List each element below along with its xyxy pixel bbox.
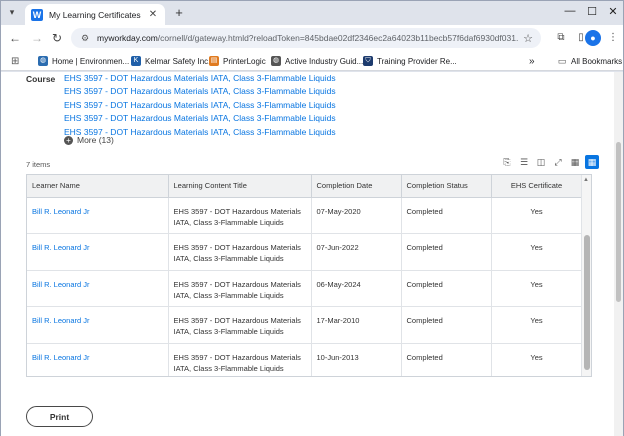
extensions-icon[interactable]: ⧉ [553, 30, 569, 46]
back-icon[interactable]: ← [7, 30, 23, 46]
scroll-up-icon[interactable]: ▲ [583, 177, 589, 183]
site-info-icon[interactable]: ⚙ [79, 32, 91, 44]
page-scroll-thumb[interactable] [616, 142, 621, 302]
reload-icon[interactable]: ↻ [49, 30, 65, 46]
browser-toolbar: ← → ↻ ⚙ myworkday.com/cornell/d/gateway.… [1, 25, 623, 51]
completion-date-cell: 10-Jun-2013 [311, 343, 402, 376]
certificate-cell: Yes [491, 270, 583, 307]
completion-date-cell: 06-May-2024 [311, 270, 402, 307]
all-bookmarks-folder[interactable]: ▭ All Bookmarks [557, 54, 622, 68]
course-label: Course [26, 74, 56, 84]
learner-name-link[interactable]: Bill R. Leonard Jr [27, 343, 169, 376]
address-bar[interactable]: ⚙ myworkday.com/cornell/d/gateway.htmld?… [71, 28, 541, 48]
certificate-cell: Yes [491, 343, 583, 376]
bookmark-printerlogic[interactable]: ▤ PrinterLogic [209, 54, 266, 68]
content-title-cell: EHS 3597 - DOT Hazardous Materials IATA,… [168, 233, 312, 271]
content-title-cell: EHS 3597 - DOT Hazardous Materials IATA,… [168, 343, 312, 376]
menu-kebab-icon[interactable]: ⋮ [605, 30, 621, 46]
table-row: Bill R. Leonard Jr EHS 3597 - DOT Hazard… [27, 343, 583, 376]
printer-icon: ▤ [209, 56, 219, 66]
content-title-cell: EHS 3597 - DOT Hazardous Materials IATA,… [168, 306, 312, 344]
completion-status-cell: Completed [401, 306, 492, 344]
table-header-row: Learner Name Learning Content Title Comp… [27, 175, 583, 198]
export-excel-icon[interactable]: ⎘ [500, 155, 514, 169]
fullscreen-icon[interactable]: ⤢ [551, 155, 565, 169]
more-label: More (13) [77, 135, 114, 145]
browser-window: ▾ W My Learning Certificates - Wor ✕ + —… [0, 0, 624, 436]
globe-icon: ◍ [271, 56, 281, 66]
completion-date-cell: 07-Jun-2022 [311, 233, 402, 271]
apps-grid-icon[interactable]: ⊞ [11, 54, 19, 68]
certificates-table: Learner Name Learning Content Title Comp… [27, 175, 583, 376]
grid-view-icon[interactable]: ▦ [585, 155, 599, 169]
tab-strip: ▾ W My Learning Certificates - Wor ✕ + —… [1, 1, 623, 25]
tab-close-icon[interactable]: ✕ [147, 9, 159, 20]
k-logo-icon: K [131, 56, 141, 66]
bookmark-active-industry[interactable]: ◍ Active Industry Guid... [271, 54, 363, 68]
course-link[interactable]: EHS 3597 - DOT Hazardous Materials IATA,… [64, 85, 336, 98]
grid-toolbar: ⎘ ☰ ◫ ⤢ ▦ ▦ [497, 155, 599, 169]
table-row: Bill R. Leonard Jr EHS 3597 - DOT Hazard… [27, 270, 583, 307]
column-header[interactable]: Completion Date [311, 175, 402, 198]
course-link[interactable]: EHS 3597 - DOT Hazardous Materials IATA,… [64, 99, 336, 112]
page-content: Course EHS 3597 - DOT Hazardous Material… [1, 72, 623, 436]
grid-scroll-thumb[interactable] [584, 235, 590, 370]
learner-name-link[interactable]: Bill R. Leonard Jr [27, 306, 169, 344]
grid-scrollbar[interactable]: ▲ [581, 175, 591, 376]
workday-favicon-icon: W [31, 8, 43, 21]
table-row: Bill R. Leonard Jr EHS 3597 - DOT Hazard… [27, 197, 583, 234]
bookmark-kelmar-safety[interactable]: K Kelmar Safety Inc. [131, 54, 210, 68]
completion-date-cell: 07-May-2020 [311, 197, 402, 234]
column-header[interactable]: Completion Status [401, 175, 492, 198]
column-header[interactable]: Learner Name [27, 175, 169, 198]
certificate-cell: Yes [491, 197, 583, 234]
print-button[interactable]: Print [26, 406, 93, 427]
completion-status-cell: Completed [401, 270, 492, 307]
plus-circle-icon: + [64, 135, 73, 145]
course-link[interactable]: EHS 3597 - DOT Hazardous Materials IATA,… [64, 112, 336, 125]
maximize-icon[interactable]: ☐ [583, 5, 601, 18]
content-title-cell: EHS 3597 - DOT Hazardous Materials IATA,… [168, 270, 312, 307]
course-list: EHS 3597 - DOT Hazardous Materials IATA,… [64, 72, 336, 139]
close-window-icon[interactable]: ✕ [604, 5, 622, 18]
columns-icon[interactable]: ◫ [534, 155, 548, 169]
course-link[interactable]: EHS 3597 - DOT Hazardous Materials IATA,… [64, 72, 336, 85]
bookmark-training-provider[interactable]: ⛉ Training Provider Re... [363, 54, 457, 68]
certificate-cell: Yes [491, 306, 583, 344]
tab-title: My Learning Certificates - Wor [49, 9, 143, 20]
table-view-icon[interactable]: ▦ [568, 155, 582, 169]
new-tab-button[interactable]: + [171, 5, 187, 21]
completion-status-cell: Completed [401, 197, 492, 234]
bookmarks-overflow-icon[interactable]: » [529, 54, 535, 68]
shield-icon: ⛉ [363, 56, 373, 66]
column-header[interactable]: EHS Certificate [491, 175, 583, 198]
items-count: 7 items [26, 160, 51, 169]
table-row: Bill R. Leonard Jr EHS 3597 - DOT Hazard… [27, 233, 583, 271]
browser-tab[interactable]: W My Learning Certificates - Wor ✕ [25, 4, 165, 25]
learner-name-link[interactable]: Bill R. Leonard Jr [27, 270, 169, 307]
url-text[interactable]: myworkday.com/cornell/d/gateway.htmld?re… [97, 33, 519, 43]
completion-date-cell: 17-Mar-2010 [311, 306, 402, 344]
bookmarks-bar: ⊞ ◍ Home | Environmen... K Kelmar Safety… [1, 51, 623, 71]
bookmark-star-icon[interactable]: ☆ [523, 32, 533, 45]
folder-icon: ▭ [557, 56, 567, 66]
completion-status-cell: Completed [401, 233, 492, 271]
more-button[interactable]: + More (13) [64, 135, 114, 145]
table-row: Bill R. Leonard Jr EHS 3597 - DOT Hazard… [27, 306, 583, 344]
learner-name-link[interactable]: Bill R. Leonard Jr [27, 233, 169, 271]
learner-name-link[interactable]: Bill R. Leonard Jr [27, 197, 169, 234]
globe-icon: ◍ [38, 56, 48, 66]
filter-icon[interactable]: ☰ [517, 155, 531, 169]
bookmark-home-environment[interactable]: ◍ Home | Environmen... [38, 54, 129, 68]
page-scrollbar[interactable] [614, 72, 623, 436]
certificate-cell: Yes [491, 233, 583, 271]
profile-avatar-icon[interactable]: ● [585, 30, 601, 46]
forward-icon[interactable]: → [29, 30, 45, 46]
certificates-grid: Learner Name Learning Content Title Comp… [26, 174, 592, 377]
completion-status-cell: Completed [401, 343, 492, 376]
content-title-cell: EHS 3597 - DOT Hazardous Materials IATA,… [168, 197, 312, 234]
column-header[interactable]: Learning Content Title [168, 175, 312, 198]
tab-search-icon[interactable]: ▾ [5, 7, 19, 19]
minimize-icon[interactable]: — [561, 5, 579, 17]
